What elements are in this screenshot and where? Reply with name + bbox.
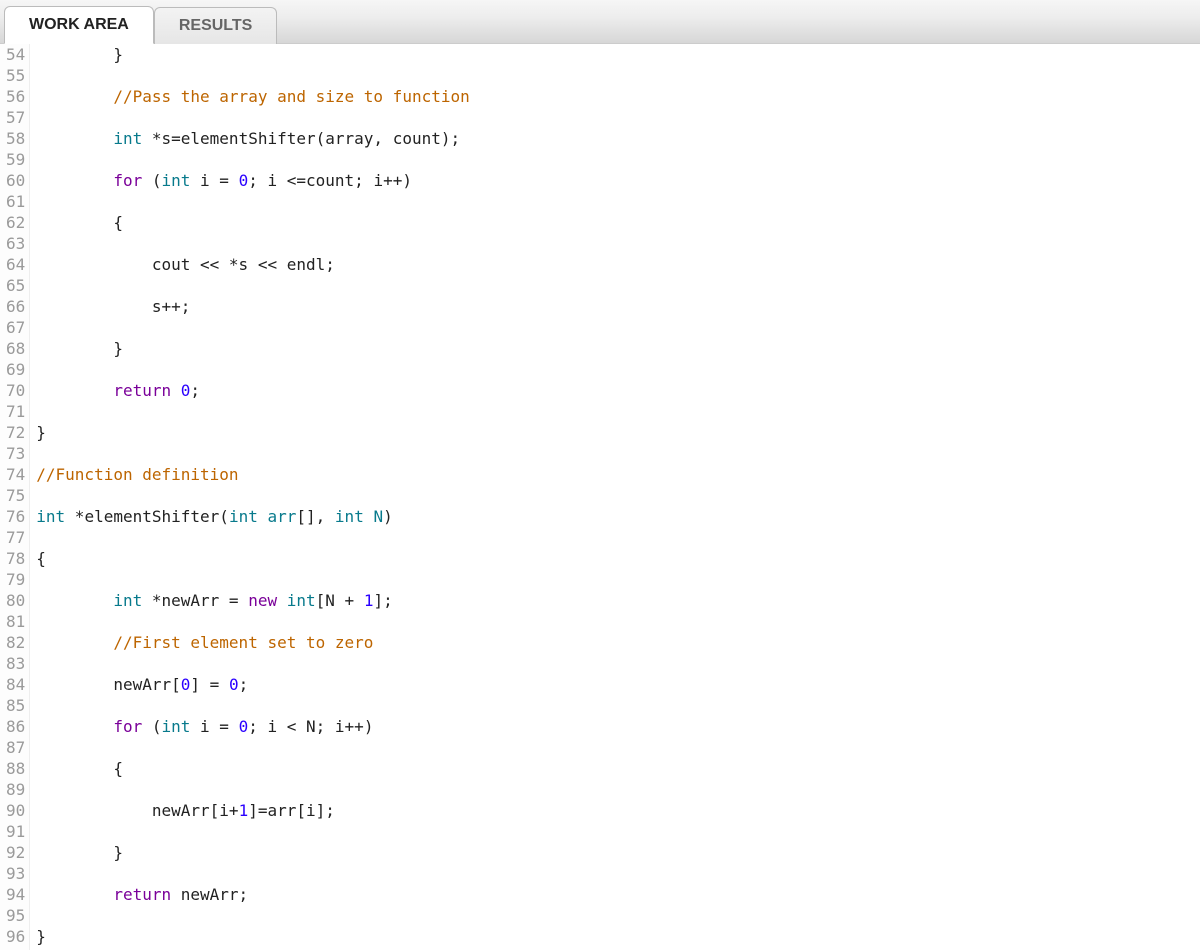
code-line[interactable]: int *newArr = new int[N + 1]; <box>36 590 469 611</box>
code-line[interactable] <box>36 65 469 86</box>
code-line[interactable]: } <box>36 842 469 863</box>
code-line[interactable]: for (int i = 0; i <=count; i++) <box>36 170 469 191</box>
code-line[interactable] <box>36 737 469 758</box>
line-number: 85 <box>6 695 25 716</box>
code-line[interactable] <box>36 779 469 800</box>
code-line[interactable] <box>36 695 469 716</box>
line-number-gutter: 5455565758596061626364656667686970717273… <box>0 44 30 950</box>
tab-results[interactable]: RESULTS <box>154 7 277 44</box>
code-line[interactable]: } <box>36 926 469 947</box>
tab-work-area[interactable]: WORK AREA <box>4 6 154 44</box>
code-line[interactable]: { <box>36 758 469 779</box>
code-line[interactable]: return newArr; <box>36 884 469 905</box>
line-number: 62 <box>6 212 25 233</box>
code-line[interactable] <box>36 107 469 128</box>
line-number: 96 <box>6 926 25 947</box>
line-number: 54 <box>6 44 25 65</box>
code-line[interactable] <box>36 569 469 590</box>
line-number: 69 <box>6 359 25 380</box>
line-number: 66 <box>6 296 25 317</box>
code-line[interactable] <box>36 149 469 170</box>
line-number: 79 <box>6 569 25 590</box>
line-number: 59 <box>6 149 25 170</box>
code-line[interactable]: { <box>36 548 469 569</box>
code-line[interactable] <box>36 233 469 254</box>
line-number: 57 <box>6 107 25 128</box>
code-line[interactable] <box>36 653 469 674</box>
line-number: 76 <box>6 506 25 527</box>
line-number: 55 <box>6 65 25 86</box>
line-number: 77 <box>6 527 25 548</box>
line-number: 81 <box>6 611 25 632</box>
line-number: 83 <box>6 653 25 674</box>
code-line[interactable] <box>36 863 469 884</box>
code-area[interactable]: } //Pass the array and size to function … <box>30 44 469 950</box>
code-line[interactable]: { <box>36 212 469 233</box>
code-line[interactable] <box>36 191 469 212</box>
code-line[interactable] <box>36 275 469 296</box>
code-line[interactable]: newArr[i+1]=arr[i]; <box>36 800 469 821</box>
line-number: 89 <box>6 779 25 800</box>
line-number: 88 <box>6 758 25 779</box>
code-line[interactable]: //Function definition <box>36 464 469 485</box>
code-line[interactable]: } <box>36 44 469 65</box>
line-number: 56 <box>6 86 25 107</box>
line-number: 72 <box>6 422 25 443</box>
line-number: 90 <box>6 800 25 821</box>
code-line[interactable]: cout << *s << endl; <box>36 254 469 275</box>
code-line[interactable] <box>36 317 469 338</box>
code-line[interactable] <box>36 401 469 422</box>
code-line[interactable]: newArr[0] = 0; <box>36 674 469 695</box>
line-number: 64 <box>6 254 25 275</box>
line-number: 93 <box>6 863 25 884</box>
line-number: 95 <box>6 905 25 926</box>
code-line[interactable] <box>36 821 469 842</box>
line-number: 92 <box>6 842 25 863</box>
code-line[interactable]: s++; <box>36 296 469 317</box>
line-number: 78 <box>6 548 25 569</box>
code-line[interactable]: int *elementShifter(int arr[], int N) <box>36 506 469 527</box>
line-number: 86 <box>6 716 25 737</box>
line-number: 67 <box>6 317 25 338</box>
line-number: 58 <box>6 128 25 149</box>
code-line[interactable] <box>36 359 469 380</box>
line-number: 94 <box>6 884 25 905</box>
code-line[interactable]: //First element set to zero <box>36 632 469 653</box>
line-number: 73 <box>6 443 25 464</box>
code-editor[interactable]: 5455565758596061626364656667686970717273… <box>0 44 1200 950</box>
line-number: 80 <box>6 590 25 611</box>
code-line[interactable] <box>36 905 469 926</box>
line-number: 65 <box>6 275 25 296</box>
line-number: 82 <box>6 632 25 653</box>
line-number: 74 <box>6 464 25 485</box>
code-line[interactable] <box>36 611 469 632</box>
line-number: 60 <box>6 170 25 191</box>
line-number: 71 <box>6 401 25 422</box>
code-line[interactable]: int *s=elementShifter(array, count); <box>36 128 469 149</box>
code-line[interactable]: return 0; <box>36 380 469 401</box>
line-number: 84 <box>6 674 25 695</box>
line-number: 63 <box>6 233 25 254</box>
line-number: 75 <box>6 485 25 506</box>
line-number: 61 <box>6 191 25 212</box>
code-line[interactable]: for (int i = 0; i < N; i++) <box>36 716 469 737</box>
code-line[interactable] <box>36 485 469 506</box>
code-line[interactable] <box>36 527 469 548</box>
tab-bar: WORK AREA RESULTS <box>0 0 1200 44</box>
line-number: 68 <box>6 338 25 359</box>
code-line[interactable] <box>36 443 469 464</box>
code-line[interactable]: //Pass the array and size to function <box>36 86 469 107</box>
line-number: 70 <box>6 380 25 401</box>
line-number: 91 <box>6 821 25 842</box>
code-line[interactable]: } <box>36 338 469 359</box>
code-line[interactable]: } <box>36 422 469 443</box>
line-number: 87 <box>6 737 25 758</box>
